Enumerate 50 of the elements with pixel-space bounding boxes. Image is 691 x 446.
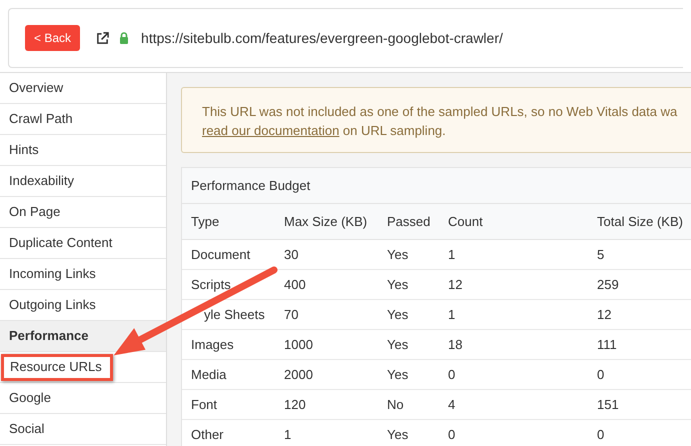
external-link-icon[interactable] [96, 32, 110, 44]
table-cell: 1 [448, 306, 456, 322]
back-button[interactable]: < Back [25, 25, 80, 51]
table-cell: 0 [597, 366, 604, 382]
table-cell: 12 [448, 276, 462, 292]
notice-text: read our documentation on URL sampling. [202, 122, 447, 140]
table-cell: 4 [448, 396, 456, 412]
table-cell: 1 [448, 246, 456, 262]
table-cell: Document [191, 246, 250, 262]
table-cell: 12 [597, 306, 612, 322]
table-cell: 1000 [284, 336, 313, 352]
page-url: https://sitebulb.com/features/evergreen-googlebot-crawler/ [141, 28, 503, 48]
table-cell: 18 [448, 336, 462, 352]
table-cell: 1 [284, 426, 292, 442]
table-cell: 30 [284, 246, 298, 262]
table-cell: Yes [387, 246, 408, 262]
highlight-box: Resource URLs [1, 354, 113, 380]
table-cell: 0 [597, 426, 604, 442]
column-header: Max Size (KB) [284, 212, 368, 231]
notice-text: This URL was not included as one of the sampled URLs, so no Web Vitals data wa [202, 103, 678, 121]
table-cell: Other [191, 426, 224, 442]
table-cell: Images [191, 336, 234, 352]
column-header: Count [448, 212, 484, 231]
table-cell: 0 [448, 366, 456, 382]
table-cell: 70 [284, 306, 298, 322]
table-cell: 259 [597, 276, 619, 292]
table-cell: 400 [284, 276, 306, 292]
table-cell: 0 [448, 426, 456, 442]
table-cell: Media [191, 366, 226, 382]
table-cell: yle Sheets [204, 306, 265, 322]
documentation-link[interactable]: read our documentation [202, 123, 340, 138]
column-header: Type [191, 212, 220, 231]
table-cell: Yes [387, 336, 408, 352]
table-cell: Scripts [191, 276, 231, 292]
table-cell: 151 [597, 396, 619, 412]
lock-icon [119, 32, 130, 44]
table-cell: Yes [387, 306, 408, 322]
column-header: Passed [387, 212, 432, 231]
table-title: Performance Budget [182, 168, 691, 204]
table-cell: 5 [597, 246, 604, 262]
table-cell: 2000 [284, 366, 313, 382]
table-cell: Font [191, 396, 218, 412]
table-cell: Yes [387, 426, 408, 442]
table-cell: Yes [387, 366, 408, 382]
column-header: Total Size (KB) [597, 212, 684, 231]
table-cell: 111 [597, 336, 617, 352]
table-cell: Yes [387, 276, 408, 292]
sidebar-item[interactable]: Resource URLs [0, 352, 166, 383]
table-cell: 120 [284, 396, 306, 412]
table-cell: No [387, 396, 404, 412]
